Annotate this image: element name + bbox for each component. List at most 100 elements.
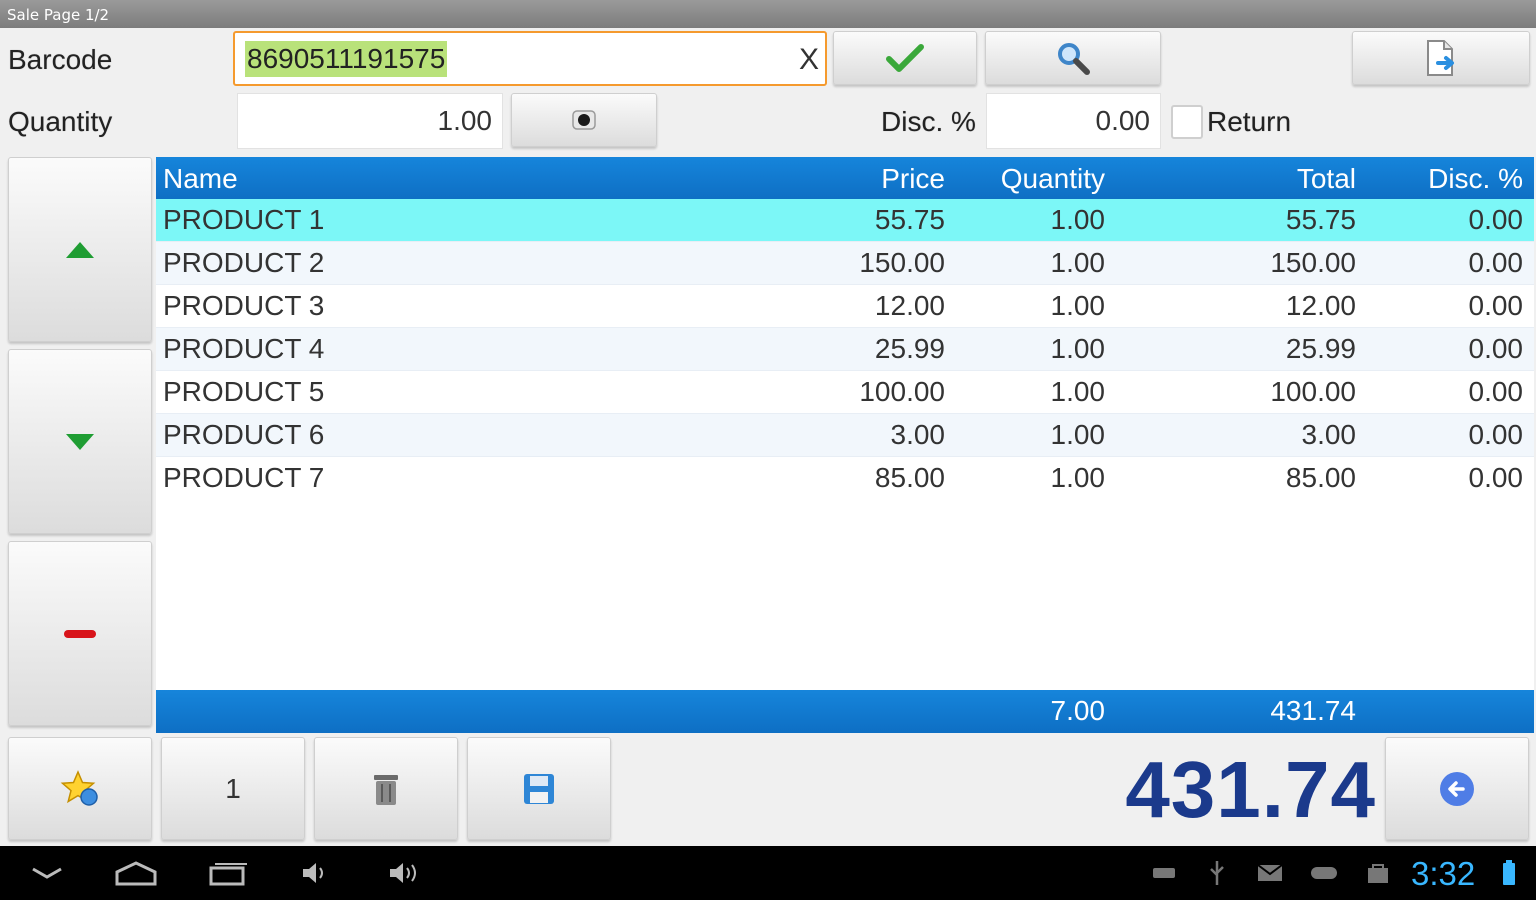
gamepad-status-icon: [1308, 846, 1340, 900]
quantity-label: Quantity: [8, 106, 113, 137]
document-arrow-icon: [1427, 40, 1454, 76]
volume-down-icon[interactable]: [298, 846, 332, 900]
table-row[interactable]: PRODUCT 5 100.00 1.00 100.00 0.00: [156, 371, 1534, 414]
save-button[interactable]: [467, 737, 611, 840]
camera-icon: [572, 110, 596, 130]
star-icon: [60, 769, 98, 806]
cell-price: 25.99: [874, 333, 945, 364]
keyboard-status-icon: [1150, 846, 1178, 900]
cell-quantity: 1.00: [1050, 247, 1106, 278]
check-icon: [886, 44, 924, 72]
floppy-icon: [524, 773, 554, 804]
column-header-name[interactable]: Name: [163, 157, 238, 201]
cell-discount: 0.00: [1468, 290, 1524, 321]
table-row[interactable]: PRODUCT 7 85.00 1.00 85.00 0.00: [156, 457, 1534, 500]
triangle-down-icon: [66, 433, 94, 450]
volume-up-icon[interactable]: [386, 846, 426, 900]
cell-total: 25.99: [1285, 333, 1356, 364]
footer-quantity-sum: 7.00: [1050, 695, 1106, 726]
cell-price: 100.00: [859, 376, 945, 407]
table-row[interactable]: PRODUCT 2 150.00 1.00 150.00 0.00: [156, 242, 1534, 285]
move-up-button[interactable]: [8, 157, 152, 342]
cell-discount: 0.00: [1468, 376, 1524, 407]
cell-quantity: 1.00: [1050, 462, 1106, 493]
triangle-up-icon: [66, 241, 94, 258]
export-button[interactable]: [1352, 31, 1530, 85]
cell-total: 150.00: [1270, 247, 1356, 278]
minus-icon: [64, 629, 96, 638]
hide-keyboard-icon[interactable]: [24, 846, 70, 900]
cell-name: PRODUCT 5: [163, 376, 325, 407]
grid-header: Name Price Quantity Total Disc. %: [156, 157, 1534, 199]
cell-price: 12.00: [874, 290, 945, 321]
return-label: Return: [1207, 106, 1292, 137]
window-title: Sale Page 1/2: [0, 0, 1536, 28]
favorites-button[interactable]: [8, 737, 152, 840]
clear-barcode-button[interactable]: X: [799, 43, 819, 77]
status-clock: 3:32: [1411, 855, 1476, 892]
cell-price: 3.00: [890, 419, 946, 450]
cell-quantity: 1.00: [1050, 290, 1106, 321]
trash-icon: [374, 774, 398, 805]
quantity-input[interactable]: 1.00: [237, 93, 503, 149]
cell-total: 55.75: [1285, 204, 1356, 235]
system-navigation-bar: 3:32: [0, 846, 1536, 900]
count-button[interactable]: 1: [161, 737, 305, 840]
table-row[interactable]: PRODUCT 1 55.75 1.00 55.75 0.00: [156, 199, 1534, 242]
back-button[interactable]: [1385, 737, 1529, 840]
table-row[interactable]: PRODUCT 6 3.00 1.00 3.00 0.00: [156, 414, 1534, 457]
recent-apps-icon[interactable]: [202, 846, 252, 900]
search-button[interactable]: [985, 31, 1161, 85]
cell-quantity: 1.00: [1050, 204, 1106, 235]
column-header-total[interactable]: Total: [1297, 157, 1356, 201]
grand-total: 431.74: [1125, 745, 1376, 834]
cell-discount: 0.00: [1468, 462, 1524, 493]
move-down-button[interactable]: [8, 349, 152, 534]
cell-name: PRODUCT 7: [163, 462, 325, 493]
column-header-discount[interactable]: Disc. %: [1428, 157, 1523, 201]
cell-name: PRODUCT 1: [163, 204, 325, 235]
cell-quantity: 1.00: [1050, 419, 1106, 450]
home-icon[interactable]: [110, 846, 162, 900]
cell-total: 12.00: [1285, 290, 1356, 321]
magnifier-icon: [1058, 43, 1090, 75]
mail-status-icon: [1255, 846, 1285, 900]
cell-name: PRODUCT 2: [163, 247, 325, 278]
cell-price: 150.00: [859, 247, 945, 278]
cell-total: 85.00: [1285, 462, 1356, 493]
cell-name: PRODUCT 3: [163, 290, 325, 321]
cell-discount: 0.00: [1468, 204, 1524, 235]
usb-status-icon: [1204, 846, 1230, 900]
grid-footer: 7.00 431.74: [156, 690, 1534, 733]
column-header-price[interactable]: Price: [881, 157, 945, 201]
back-arrow-icon: [1440, 771, 1474, 806]
cell-price: 55.75: [874, 204, 945, 235]
cell-name: PRODUCT 6: [163, 419, 325, 450]
discount-label: Disc. %: [881, 106, 976, 137]
barcode-input[interactable]: 8690511191575 X: [233, 31, 827, 86]
cell-price: 85.00: [874, 462, 945, 493]
column-header-quantity[interactable]: Quantity: [1001, 157, 1105, 201]
cell-quantity: 1.00: [1050, 333, 1106, 364]
sales-grid[interactable]: Name Price Quantity Total Disc. % PRODUC…: [156, 157, 1534, 733]
barcode-value: 8690511191575: [245, 41, 448, 77]
table-row[interactable]: PRODUCT 4 25.99 1.00 25.99 0.00: [156, 328, 1534, 371]
cell-discount: 0.00: [1468, 419, 1524, 450]
remove-item-button[interactable]: [8, 541, 152, 726]
discount-input[interactable]: 0.00: [986, 93, 1161, 149]
camera-button[interactable]: [511, 93, 657, 147]
confirm-button[interactable]: [833, 31, 977, 85]
cell-discount: 0.00: [1468, 247, 1524, 278]
shopping-bag-status-icon: [1364, 846, 1392, 900]
battery-icon: [1497, 846, 1521, 900]
table-row[interactable]: PRODUCT 3 12.00 1.00 12.00 0.00: [156, 285, 1534, 328]
cell-total: 100.00: [1270, 376, 1356, 407]
return-checkbox[interactable]: [1171, 105, 1203, 139]
cell-name: PRODUCT 4: [163, 333, 325, 364]
cell-total: 3.00: [1301, 419, 1357, 450]
cell-quantity: 1.00: [1050, 376, 1106, 407]
delete-button[interactable]: [314, 737, 458, 840]
barcode-label: Barcode: [8, 44, 113, 75]
cell-discount: 0.00: [1468, 333, 1524, 364]
footer-total-sum: 431.74: [1270, 695, 1356, 726]
